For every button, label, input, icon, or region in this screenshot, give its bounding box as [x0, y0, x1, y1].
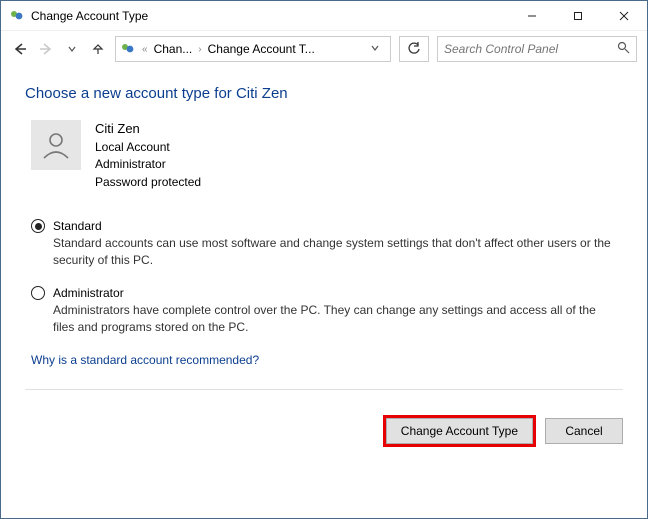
main-content: Choose a new account type for Citi Zen C… [1, 67, 647, 402]
change-account-type-button[interactable]: Change Account Type [386, 418, 533, 444]
breadcrumb-1[interactable]: Chan... [154, 42, 193, 56]
search-box[interactable] [437, 36, 637, 62]
maximize-button[interactable] [555, 1, 601, 30]
breadcrumb-sep: « [140, 44, 150, 55]
cancel-button[interactable]: Cancel [545, 418, 623, 444]
breadcrumb-2[interactable]: Change Account T... [208, 42, 315, 56]
app-icon [9, 8, 25, 24]
window-controls [509, 1, 647, 30]
user-summary: Citi Zen Local Account Administrator Pas… [31, 120, 623, 191]
footer: Change Account Type Cancel [1, 402, 647, 460]
up-button[interactable] [89, 40, 107, 58]
user-account-type: Local Account [95, 139, 201, 156]
recent-dropdown[interactable] [63, 40, 81, 58]
recommendation-link[interactable]: Why is a standard account recommended? [31, 353, 623, 367]
address-icon [120, 41, 136, 57]
nav-bar: « Chan... › Change Account T... [1, 31, 647, 67]
search-icon [617, 41, 630, 57]
address-bar[interactable]: « Chan... › Change Account T... [115, 36, 391, 62]
option-administrator-desc: Administrators have complete control ove… [53, 302, 613, 337]
search-input[interactable] [444, 42, 617, 56]
back-button[interactable] [11, 40, 29, 58]
forward-button[interactable] [37, 40, 55, 58]
page-heading: Choose a new account type for Citi Zen [25, 85, 623, 102]
user-password-status: Password protected [95, 174, 201, 191]
minimize-button[interactable] [509, 1, 555, 30]
divider [25, 389, 623, 390]
user-name: Citi Zen [95, 120, 201, 139]
refresh-button[interactable] [399, 36, 429, 62]
option-administrator[interactable]: Administrator Administrators have comple… [31, 286, 623, 337]
radio-standard[interactable] [31, 219, 45, 233]
user-meta: Citi Zen Local Account Administrator Pas… [95, 120, 201, 191]
close-button[interactable] [601, 1, 647, 30]
titlebar: Change Account Type [1, 1, 647, 31]
user-role: Administrator [95, 156, 201, 173]
option-standard-desc: Standard accounts can use most software … [53, 235, 613, 270]
avatar [31, 120, 81, 170]
option-standard-label: Standard [53, 219, 102, 233]
chevron-right-icon: › [196, 44, 203, 55]
account-type-options: Standard Standard accounts can use most … [31, 219, 623, 337]
option-standard[interactable]: Standard Standard accounts can use most … [31, 219, 623, 270]
window-title: Change Account Type [31, 9, 148, 23]
option-administrator-label: Administrator [53, 286, 124, 300]
address-dropdown-icon[interactable] [364, 43, 386, 56]
radio-administrator[interactable] [31, 286, 45, 300]
